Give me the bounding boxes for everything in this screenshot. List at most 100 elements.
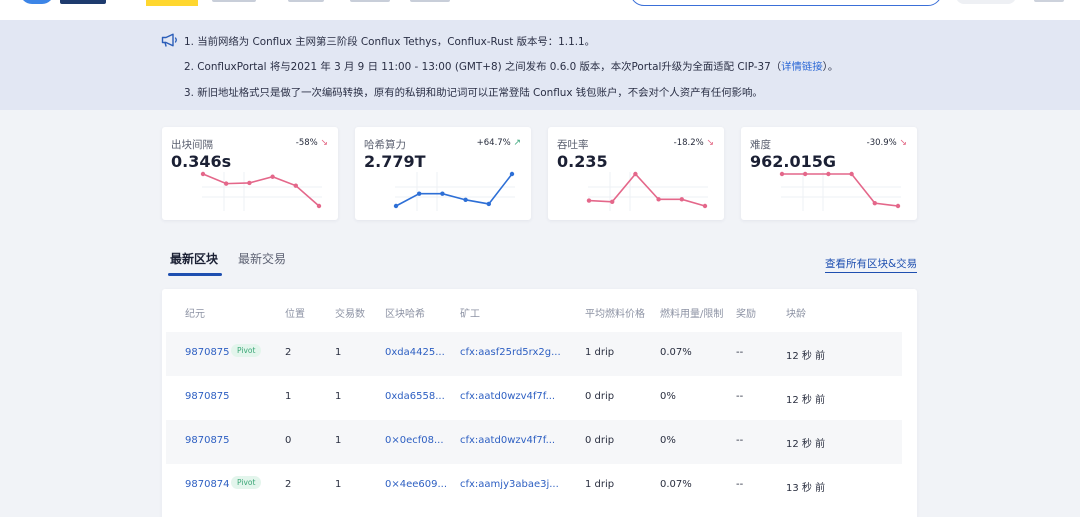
sparkline-point [702,203,708,209]
view-all-link[interactable]: 查看所有区块&交易 [825,256,918,273]
nav-item[interactable] [350,0,390,2]
column-header-tx-count: 交易数 [335,309,365,320]
age-cell: 13 秒 前 [786,483,826,494]
sparkline-point [633,171,638,177]
sparkline-point [200,171,206,177]
sparkline-line [782,173,899,207]
tx-count-cell: 1 [335,391,342,402]
tx-count-cell: 1 [335,347,342,358]
gas-price-cell: 0 drip [585,435,615,446]
gas-used-cell: 0% [660,435,676,446]
stat-card-throughput[interactable]: 吞吐率 -18.2% ↘ 0.235 [548,127,724,220]
table-row[interactable]: 9870875 0 1 0×0ecf08... cfx:aatd0wzv4f7f… [166,420,902,464]
sparkline-line [202,173,320,207]
column-header-block-hash: 区块哈希 [385,309,425,320]
sparkline-chart [779,171,901,211]
miner-link[interactable]: cfx:aamjy3abae3j... [460,479,559,490]
nav-item[interactable] [410,0,450,2]
sparkline-point [803,171,808,177]
column-header-gas-price: 平均燃料价格 [585,309,645,320]
nav-item[interactable] [288,0,324,2]
nav-item-active[interactable] [146,0,198,6]
nav-item[interactable] [212,0,256,2]
sparkline-point [509,171,515,177]
stat-card-block-interval[interactable]: 出块间隔 -58% ↘ 0.346s [162,127,338,220]
column-header-reward: 奖励 [736,309,756,320]
gas-price-cell: 1 drip [585,347,615,358]
top-nav [0,0,1080,20]
epoch-link[interactable]: 9870874 [185,479,230,490]
sparkline-point [270,174,275,179]
gas-used-cell: 0% [660,391,676,402]
tab-active-indicator [168,273,222,276]
logo-icon[interactable] [20,0,54,4]
sparkline-point [463,197,468,203]
block-hash-link[interactable]: 0×4ee609... [385,479,447,490]
sparkline-point [895,203,901,209]
sparkline-chart [393,171,515,211]
sparkline-point [393,203,399,209]
sparkline-point [224,181,229,186]
age-cell: 12 秒 前 [786,395,826,406]
miner-link[interactable]: cfx:aasf25rd5rx2g... [460,347,561,358]
position-cell: 1 [285,391,292,402]
notice-line-3: 3. 新旧地址格式只是做了一次编码转换，原有的私钥和助记词可以正常登陆 Conf… [184,87,763,99]
reward-cell: -- [736,435,744,446]
gas-price-cell: 0 drip [585,391,615,402]
table-row[interactable]: 9870874 Pivot 2 1 0×4ee609... cfx:aamjy3… [166,464,902,508]
block-hash-link[interactable]: 0xda6558... [385,391,445,402]
sparkline-point [417,191,422,196]
sparkline-point [316,203,322,209]
notice-line-2-text: 2. ConfluxPortal 将与2021 年 3 月 9 日 11:00 … [184,61,782,73]
sparkline-chart [200,171,322,211]
pivot-badge: Pivot [231,476,262,489]
language-selector[interactable] [1034,0,1064,2]
megaphone-icon [161,33,177,47]
logo-wordmark[interactable] [60,0,106,4]
column-header-gas-used: 燃料用量/限制 [660,309,724,320]
miner-link[interactable]: cfx:aatd0wzv4f7f... [460,391,555,402]
sparkline-point [247,180,252,186]
reward-cell: -- [736,347,744,358]
stat-card-hashrate[interactable]: 哈希算力 +64.7% ↗ 2.779T [355,127,531,220]
sparkline-point [826,171,831,177]
sparkline-chart [586,171,708,211]
table-row[interactable]: 9870875 1 1 0xda6558... cfx:aatd0wzv4f7f… [166,376,902,420]
gas-price-cell: 1 drip [585,479,615,490]
reward-cell: -- [736,391,744,402]
position-cell: 0 [285,435,292,446]
position-cell: 2 [285,479,292,490]
pivot-badge: Pivot [231,344,262,357]
tx-count-cell: 1 [335,479,342,490]
column-header-age: 块龄 [786,309,806,320]
block-hash-link[interactable]: 0×0ecf08... [385,435,444,446]
epoch-link[interactable]: 9870875 [185,435,230,446]
sparkline-point [440,191,445,196]
network-selector[interactable] [956,0,1016,4]
sparkline-point [656,197,661,202]
gas-used-cell: 0.07% [660,479,692,490]
position-cell: 2 [285,347,292,358]
tab-latest-blocks[interactable]: 最新区块 [170,250,218,267]
sparkline-line [588,172,706,207]
reward-cell: -- [736,479,744,490]
miner-link[interactable]: cfx:aatd0wzv4f7f... [460,435,555,446]
age-cell: 12 秒 前 [786,351,826,362]
stat-card-difficulty[interactable]: 难度 -30.9% ↘ 962.015G [741,127,917,220]
epoch-link[interactable]: 9870875 [185,391,230,402]
sparkline-point [872,200,877,206]
block-hash-link[interactable]: 0xda4425... [385,347,445,358]
gas-used-cell: 0.07% [660,347,692,358]
sparkline-point [849,171,854,177]
column-header-position: 位置 [285,309,305,320]
notice-line-2: 2. ConfluxPortal 将与2021 年 3 月 9 日 11:00 … [184,58,838,73]
sparkline-point [586,198,592,203]
notice-line-1: 1. 当前网络为 Conflux 主网第三阶段 Conflux Tethys，C… [184,36,596,48]
epoch-link[interactable]: 9870875 [185,347,230,358]
details-link[interactable]: 详情链接 [781,61,823,73]
search-input[interactable] [630,0,942,6]
tab-latest-transactions[interactable]: 最新交易 [238,250,286,267]
sparkline-point [679,197,684,202]
table-row[interactable]: 9870875 Pivot 2 1 0xda4425... cfx:aasf25… [166,332,902,376]
column-header-epoch: 纪元 [185,309,205,320]
